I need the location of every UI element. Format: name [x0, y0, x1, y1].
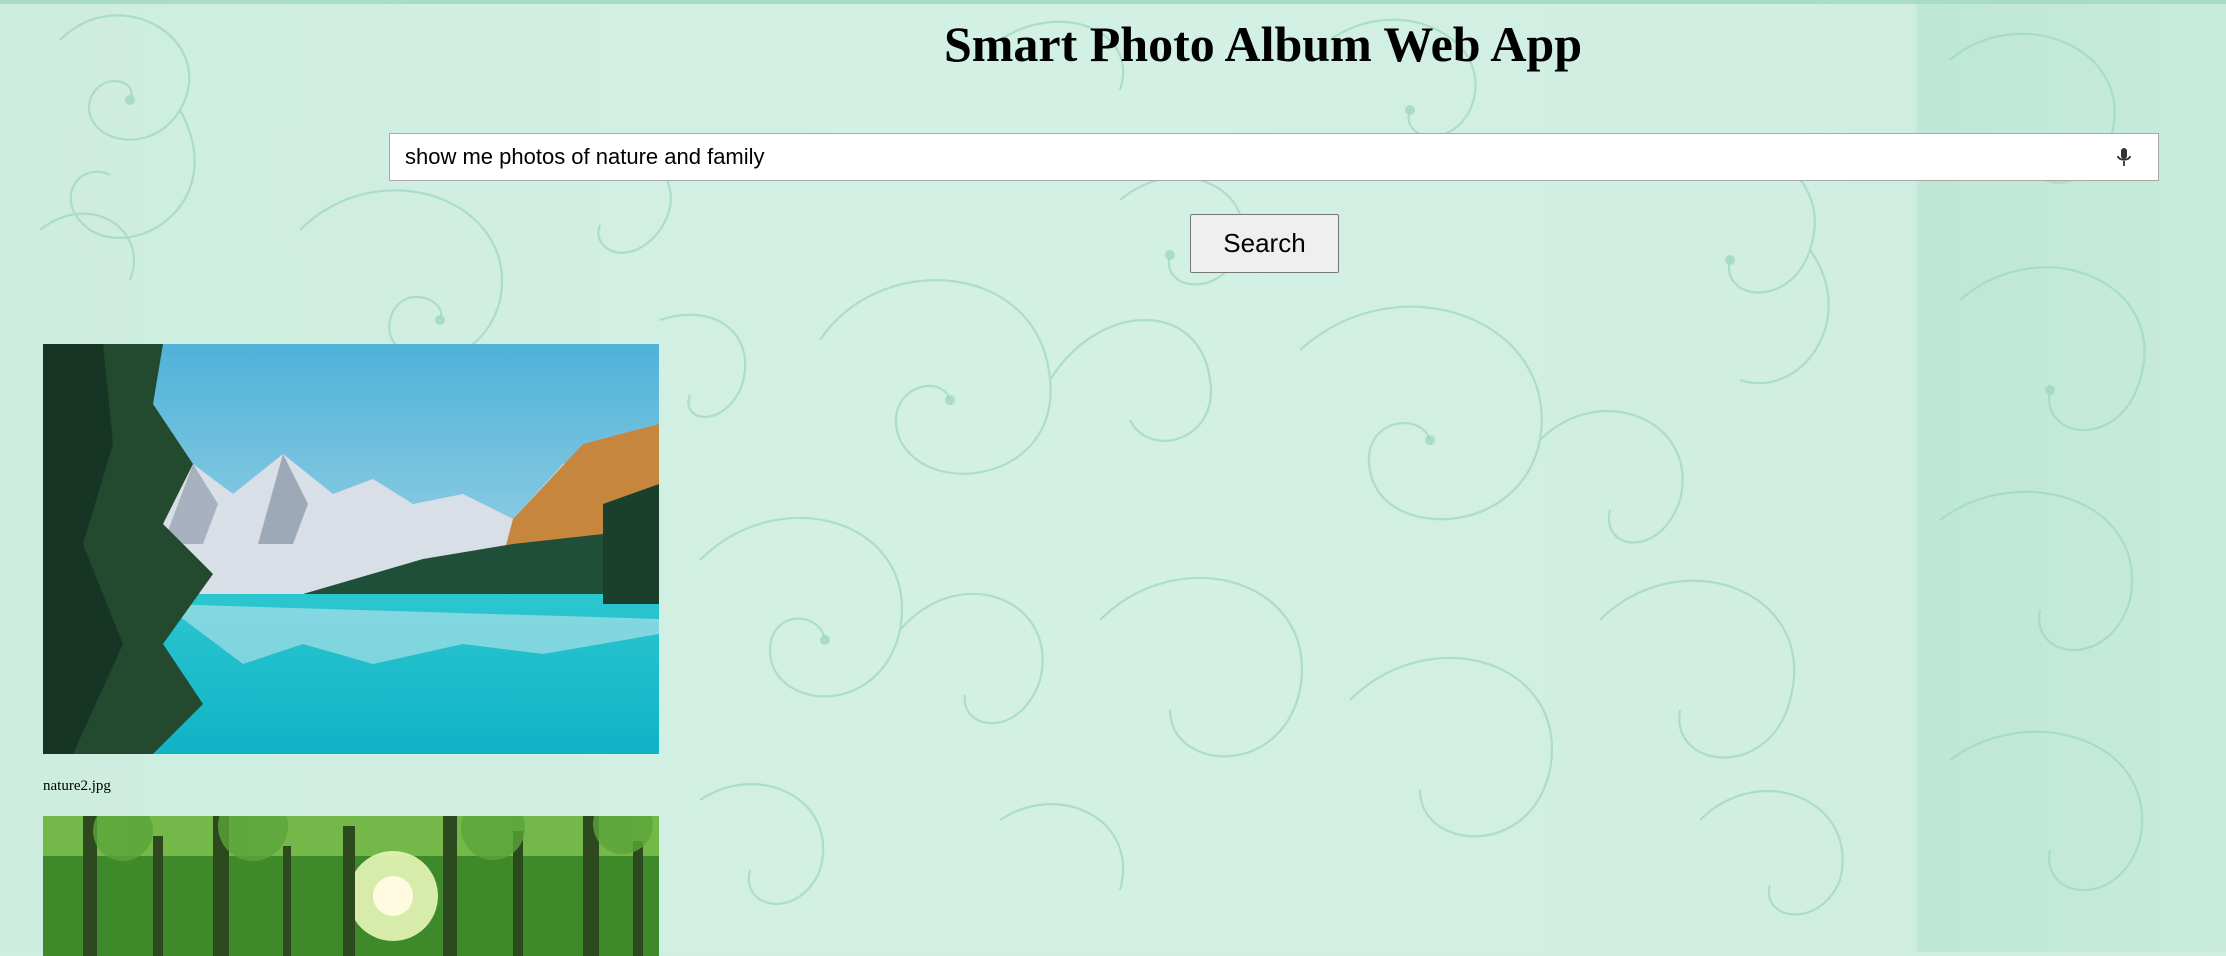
- page-title: Smart Photo Album Web App: [943, 16, 1583, 72]
- microphone-icon[interactable]: [2115, 147, 2133, 169]
- photo-thumbnail-nature2[interactable]: [43, 344, 659, 754]
- search-button[interactable]: Search: [1190, 214, 1339, 273]
- search-input[interactable]: [405, 134, 2085, 180]
- search-bar: [389, 133, 2159, 181]
- top-border: [0, 0, 2226, 4]
- photo-thumbnail-forest[interactable]: [43, 816, 659, 956]
- mountain-lake-image: [43, 344, 659, 754]
- forest-image: [43, 816, 659, 956]
- photo-caption: nature2.jpg: [43, 778, 111, 794]
